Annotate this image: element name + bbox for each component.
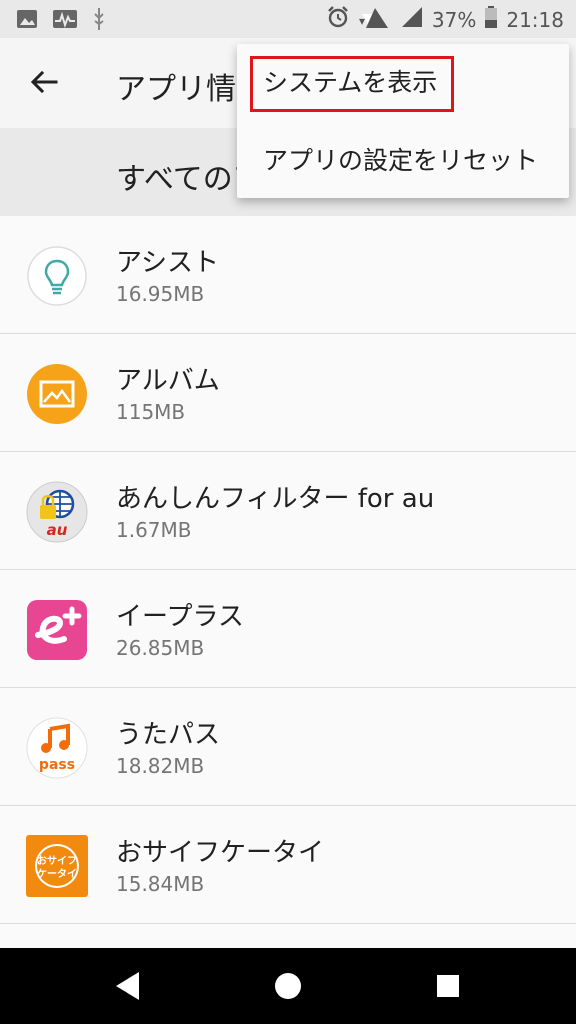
navigation-bar: [0, 948, 576, 1024]
battery-icon: [484, 5, 498, 34]
image-icon: [16, 8, 38, 34]
list-item[interactable]: おサイフ ケータイ おサイフケータイ 15.84MB: [0, 806, 576, 924]
menu-item-reset-app-preferences[interactable]: アプリの設定をリセット: [237, 130, 569, 192]
circle-home-icon: [275, 973, 301, 999]
app-name: アシスト: [116, 248, 219, 278]
app-size: 115MB: [116, 400, 186, 424]
list-item[interactable]: アルバム 115MB: [0, 334, 576, 452]
album-icon: [26, 363, 88, 425]
list-item[interactable]: au あんしんフィルター for au 1.67MB: [0, 452, 576, 570]
app-size: 15.84MB: [116, 872, 205, 896]
app-size: 16.95MB: [116, 282, 205, 306]
list-item[interactable]: イープラス 26.85MB: [0, 570, 576, 688]
osaifu-icon: おサイフ ケータイ: [26, 835, 88, 897]
back-nav-button[interactable]: [112, 970, 144, 1006]
osaifu-label-1: おサイフ: [37, 855, 77, 867]
app-name: うたパス: [116, 720, 221, 750]
clock: 21:18: [506, 7, 564, 32]
utapass-icon: pass: [26, 717, 88, 779]
usb-icon: [92, 6, 106, 36]
app-size: 1.67MB: [116, 518, 192, 542]
lightbulb-icon: [26, 245, 88, 307]
list-item[interactable]: アシスト 16.95MB: [0, 216, 576, 334]
list-item[interactable]: pass うたパス 18.82MB: [0, 688, 576, 806]
square-recents-icon: [437, 975, 459, 997]
back-button[interactable]: [22, 60, 68, 106]
home-nav-button[interactable]: [272, 970, 304, 1006]
eplus-icon: [26, 599, 88, 661]
app-size: 26.85MB: [116, 636, 205, 660]
svg-text:▾: ▾: [359, 14, 365, 28]
au-label: au: [47, 521, 68, 539]
osaifu-label-2: ケータイ: [37, 868, 77, 880]
pass-label: pass: [39, 757, 75, 773]
menu-item-label: アプリの設定をリセット: [263, 146, 539, 175]
safety-filter-icon: au: [26, 481, 88, 543]
battery-percent: 37%: [431, 7, 477, 32]
signal-icon: [400, 5, 424, 34]
app-size: 18.82MB: [116, 754, 205, 778]
alarm-icon: [326, 5, 350, 34]
arrow-back-icon: [30, 70, 58, 94]
app-name: アルバム: [116, 366, 220, 396]
app-name: おサイフケータイ: [116, 838, 325, 868]
app-name: イープラス: [116, 602, 244, 632]
wifi-icon: ▾: [358, 4, 392, 35]
activity-icon: [52, 8, 78, 34]
overflow-menu: システムを表示 アプリの設定をリセット: [237, 44, 569, 198]
app-list: アシスト 16.95MB アルバム 115MB au あんしんフィルター for…: [0, 216, 576, 948]
app-name: あんしんフィルター for au: [116, 484, 435, 514]
recents-nav-button[interactable]: [432, 970, 464, 1006]
highlight-box: [250, 56, 454, 112]
status-bar: ▾ 37% 21:18: [0, 0, 576, 38]
triangle-back-icon: [116, 972, 139, 1000]
